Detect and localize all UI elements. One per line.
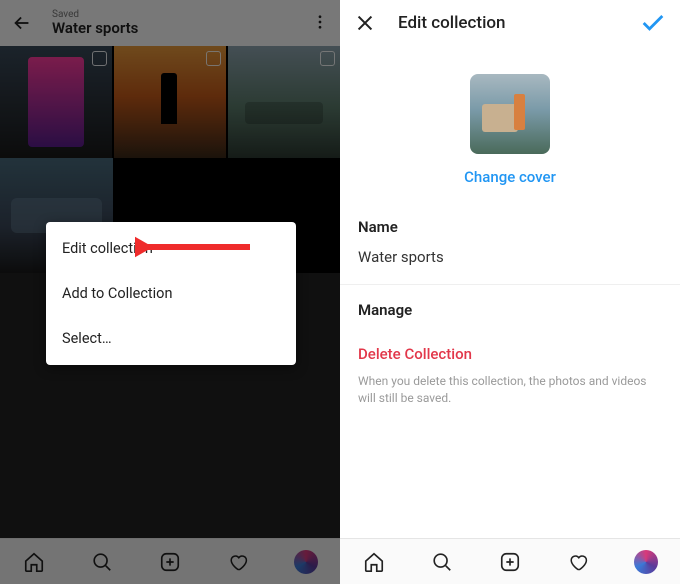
manage-label: Manage [358, 285, 662, 331]
menu-select[interactable]: Select… [46, 316, 296, 361]
cover-section: Change cover [340, 46, 680, 202]
delete-hint: When you delete this collection, the pho… [358, 373, 662, 427]
name-section: Name Water sports [340, 202, 680, 284]
name-label: Name [358, 202, 662, 248]
edit-collection-screen: Edit collection Change cover Name Water … [340, 0, 680, 584]
saved-collection-screen: Saved Water sports Edit collection Add t… [0, 0, 340, 584]
header: Edit collection [340, 0, 680, 46]
bottom-nav [340, 538, 680, 584]
page-title: Edit collection [398, 13, 638, 33]
close-button[interactable] [352, 10, 378, 36]
manage-section: Manage Delete Collection When you delete… [340, 285, 680, 427]
confirm-button[interactable] [638, 8, 668, 38]
add-post-icon[interactable] [498, 550, 522, 574]
name-input[interactable]: Water sports [358, 248, 662, 284]
activity-icon[interactable] [566, 550, 590, 574]
menu-add-to-collection[interactable]: Add to Collection [46, 271, 296, 316]
menu-edit-collection[interactable]: Edit collection [46, 226, 296, 271]
delete-collection-button[interactable]: Delete Collection [358, 331, 662, 373]
home-icon[interactable] [362, 550, 386, 574]
cover-image[interactable] [470, 74, 550, 154]
context-menu: Edit collection Add to Collection Select… [46, 222, 296, 365]
search-icon[interactable] [430, 550, 454, 574]
profile-avatar[interactable] [634, 550, 658, 574]
change-cover-button[interactable]: Change cover [464, 168, 556, 186]
